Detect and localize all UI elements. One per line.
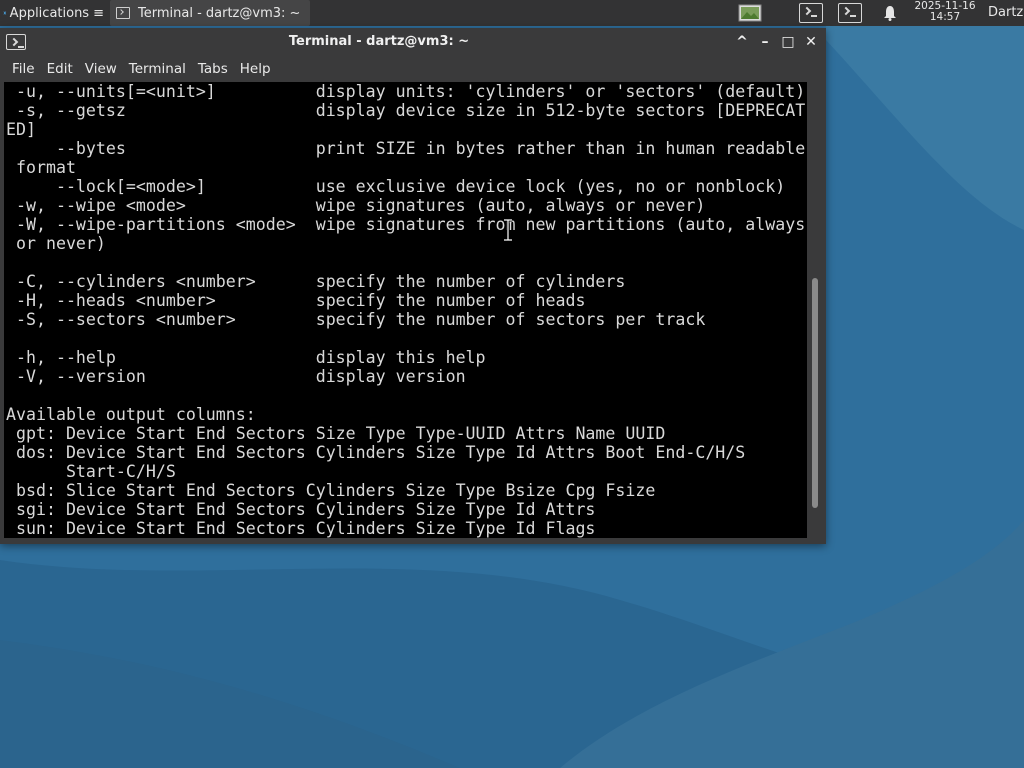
menu-tabs[interactable]: Tabs [192, 56, 234, 82]
terminal-line: --bytes print SIZE in bytes rather than … [6, 139, 806, 158]
top-panel: Applications ≡ Terminal - dartz@vm3: ~ 2… [0, 0, 1024, 26]
ibeam-cursor-icon [504, 219, 512, 241]
menu-help[interactable]: Help [234, 56, 277, 82]
menu-separator-icon: ≡ [93, 5, 104, 21]
terminal-line: sun: Device Start End Sectors Cylinders … [6, 519, 596, 538]
terminal-line: Available output columns: [6, 405, 256, 424]
maximize-button[interactable]: □ [780, 34, 796, 50]
terminal-line: -S, --sectors <number> specify the numbe… [6, 310, 706, 329]
screenshot-tray-button[interactable] [737, 0, 763, 26]
terminal-line: -h, --help display this help [6, 348, 486, 367]
menu-file[interactable]: File [6, 56, 41, 82]
terminal-line: sgi: Device Start End Sectors Cylinders … [6, 500, 596, 519]
terminal-line: or never) [6, 234, 106, 253]
terminal-window: Terminal - dartz@vm3: ~ ^ – □ ✕ File Edi… [0, 28, 826, 544]
terminal-line: dos: Device Start End Sectors Cylinders … [6, 443, 746, 462]
notifications-button[interactable] [880, 0, 900, 26]
image-viewer-icon [738, 4, 762, 22]
terminal-line: -s, --getsz display device size in 512-b… [6, 101, 806, 120]
menu-view[interactable]: View [79, 56, 123, 82]
shade-button[interactable]: ^ [734, 34, 750, 50]
taskbar-terminal-button[interactable]: Terminal - dartz@vm3: ~ [110, 0, 310, 26]
terminal-dropdown-icon [838, 3, 862, 23]
terminal-line: -C, --cylinders <number> specify the num… [6, 272, 626, 291]
window-title: Terminal - dartz@vm3: ~ [288, 34, 470, 49]
terminal-dropdown-button[interactable] [835, 0, 865, 26]
minimize-button[interactable]: – [757, 34, 773, 50]
terminal-launcher-button[interactable] [796, 0, 826, 26]
terminal-line: -u, --units[=<unit>] display units: 'cyl… [6, 82, 806, 101]
terminal-line: -w, --wipe <mode> wipe signatures (auto,… [6, 196, 706, 215]
terminal-line: gpt: Device Start End Sectors Size Type … [6, 424, 666, 443]
close-button[interactable]: ✕ [803, 34, 819, 50]
panel-clock[interactable]: 2025-11-16 14:57 [908, 1, 982, 23]
applications-menu-button[interactable]: Applications ≡ [0, 0, 110, 26]
terminal-line: ED] [6, 120, 36, 139]
menu-edit[interactable]: Edit [41, 56, 79, 82]
xfce-logo-icon [3, 11, 7, 15]
terminal-launcher-icon [799, 3, 823, 23]
terminal-text: -u, --units[=<unit>] display units: 'cyl… [6, 82, 805, 538]
taskbar-terminal-label: Terminal - dartz@vm3: ~ [138, 5, 301, 21]
terminal-line: -H, --heads <number> specify the number … [6, 291, 586, 310]
scrollbar-thumb[interactable] [812, 278, 818, 508]
user-menu-button[interactable]: Dartz [988, 0, 1023, 26]
clock-time: 14:57 [929, 11, 961, 23]
menu-terminal[interactable]: Terminal [123, 56, 192, 82]
terminal-line: -W, --wipe-partitions <mode> wipe signat… [6, 215, 806, 234]
window-titlebar[interactable]: Terminal - dartz@vm3: ~ ^ – □ ✕ [0, 28, 826, 56]
terminal-line: -V, --version display version [6, 367, 466, 386]
terminal-scrollbar[interactable] [808, 82, 822, 538]
terminal-output[interactable]: -u, --units[=<unit>] display units: 'cyl… [4, 82, 807, 538]
terminal-line: format [6, 158, 76, 177]
terminal-line: bsd: Slice Start End Sectors Cylinders S… [6, 481, 656, 500]
terminal-icon [116, 7, 130, 19]
applications-label: Applications [9, 5, 90, 21]
terminal-line: Start-C/H/S [6, 462, 176, 481]
bell-icon [884, 6, 896, 21]
terminal-line: --lock[=<mode>] use exclusive device loc… [6, 177, 786, 196]
menu-bar: File Edit View Terminal Tabs Help [0, 56, 826, 82]
